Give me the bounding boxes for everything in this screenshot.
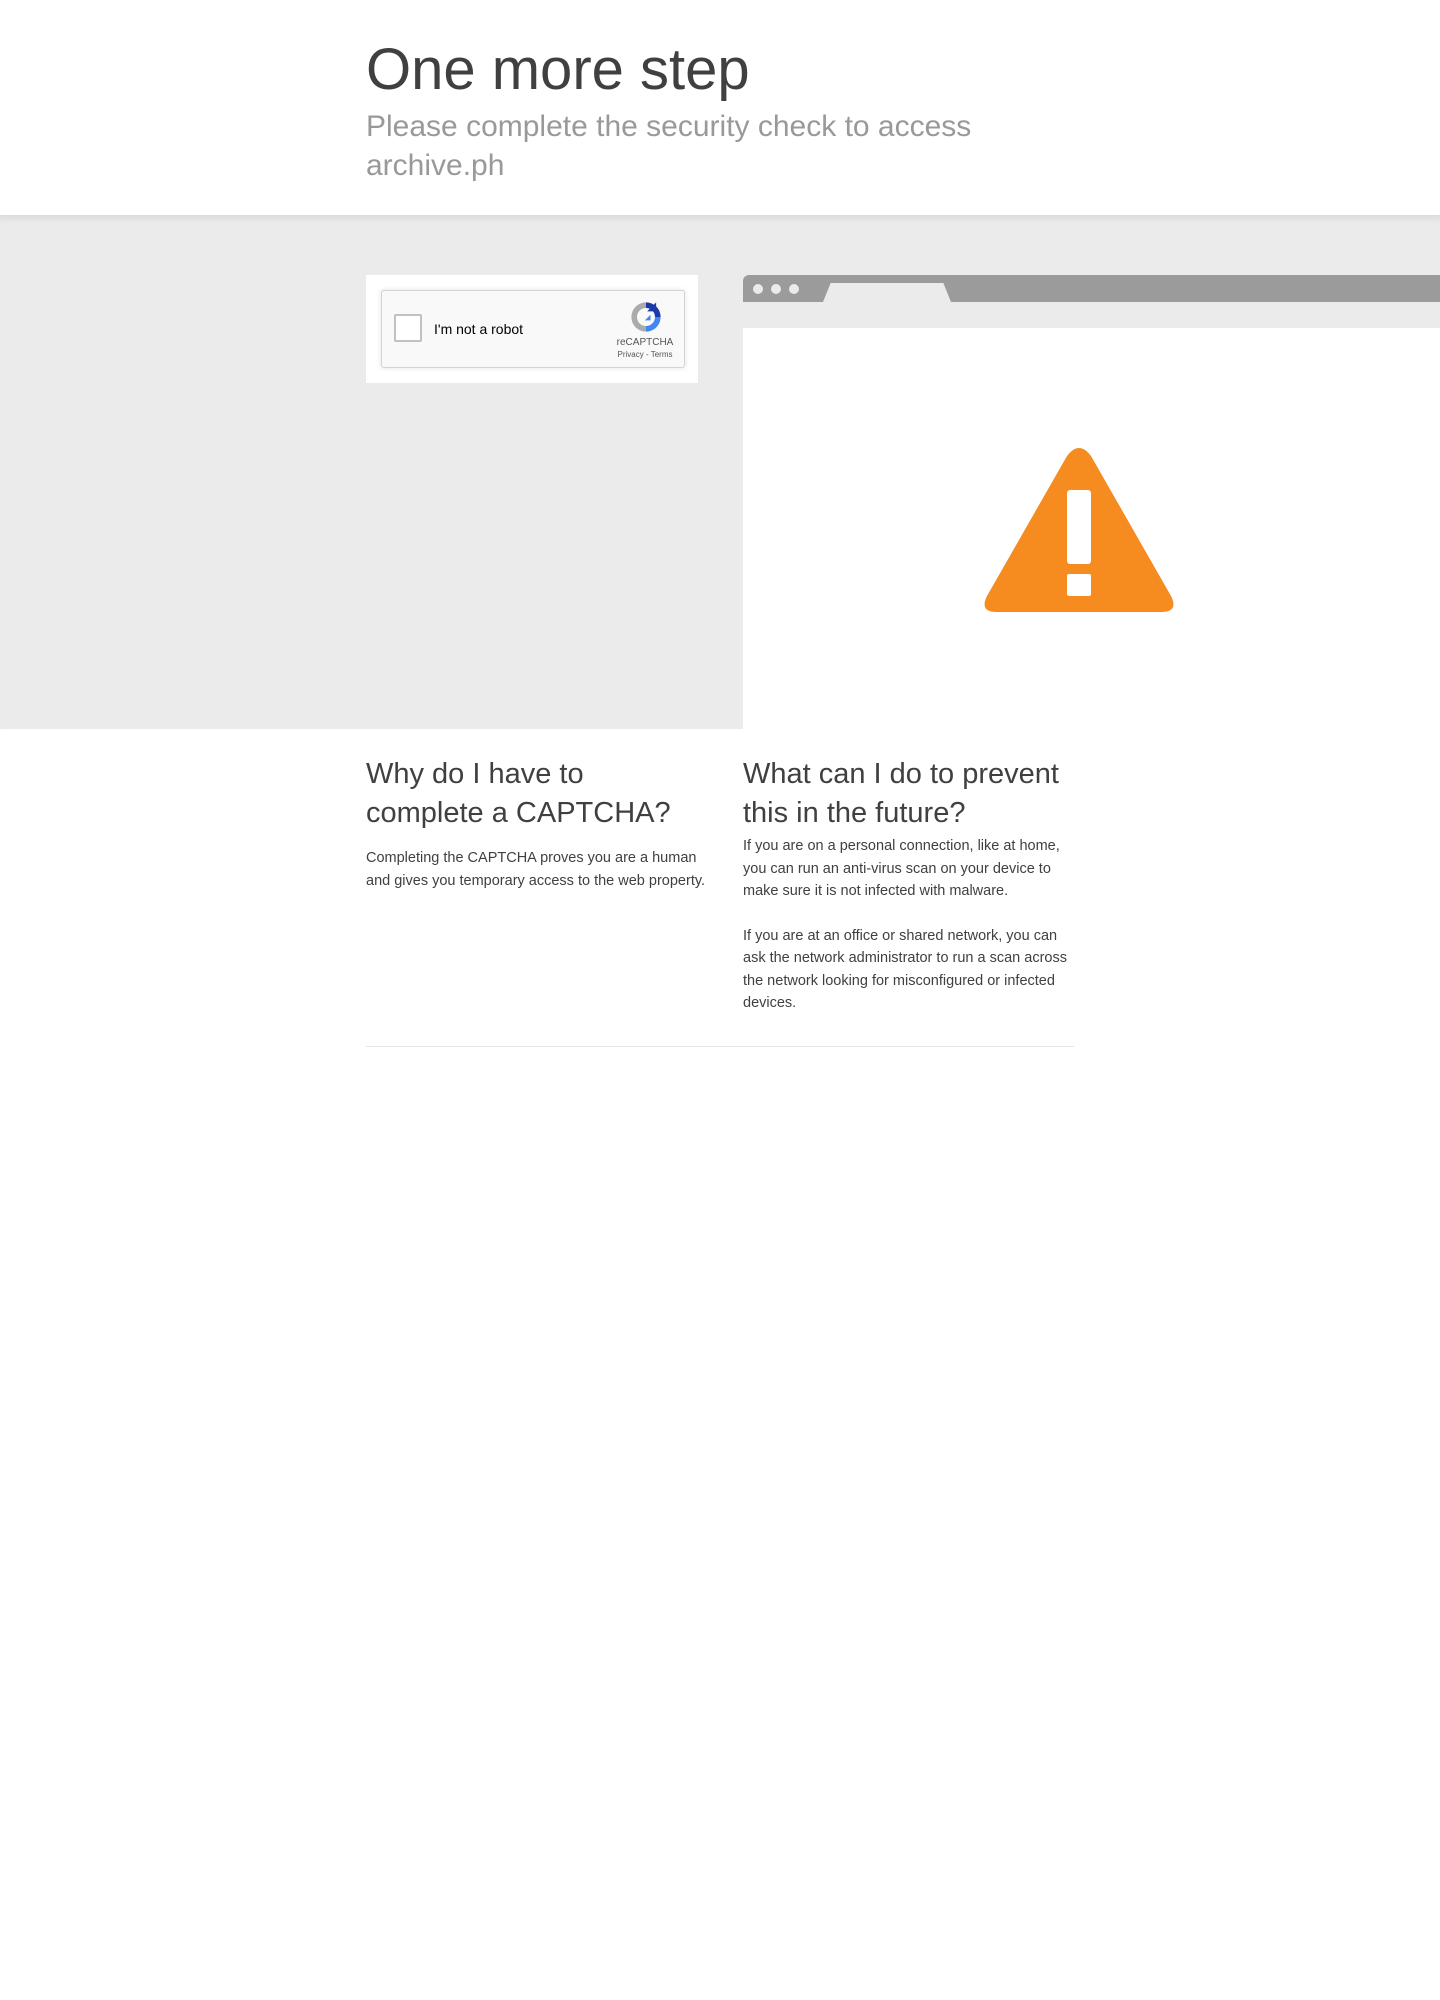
why-captcha-body: Completing the CAPTCHA proves you are a … [366,850,706,889]
browser-dot-icon [771,284,781,294]
browser-dot-icon [789,284,799,294]
page-title: One more step [366,37,750,102]
why-captcha-section: Why do I have to complete a CAPTCHA? Com… [366,755,706,892]
prevent-section: What can I do to prevent this in the fut… [743,755,1078,1015]
prevent-body-personal: If you are on a personal connection, lik… [743,838,1060,899]
prevent-body-office: If you are at an office or shared networ… [743,927,1067,1012]
recaptcha-widget: I'm not a robot reCAPTCHA Privacy - Term… [381,290,685,368]
recaptcha-checkbox[interactable] [394,314,422,342]
prevent-heading: What can I do to prevent this in the fut… [743,758,1059,829]
page-header: One more step Please complete the securi… [0,0,1440,215]
footer-divider [366,1046,1074,1047]
browser-content [743,328,1440,729]
recaptcha-link-separator: - [643,350,651,359]
browser-dot-icon [753,284,763,294]
browser-title-bar [743,275,1440,302]
recaptcha-logo-icon [631,302,661,332]
browser-tab [823,283,951,302]
recaptcha-checkbox-label: I'm not a robot [434,321,524,337]
browser-address-bar [743,302,1440,328]
recaptcha-privacy-link[interactable]: Privacy [618,350,644,359]
why-captcha-heading: Why do I have to complete a CAPTCHA? [366,758,671,829]
recaptcha-terms-link[interactable]: Terms [651,350,673,359]
recaptcha-brand: reCAPTCHA [616,337,674,348]
captcha-container: I'm not a robot reCAPTCHA Privacy - Term… [366,275,698,383]
page-subtitle: Please complete the security check to ac… [366,110,972,182]
warning-triangle-icon [984,448,1174,612]
browser-illustration [743,275,1440,729]
recaptcha-links: Privacy - Terms [608,350,682,359]
